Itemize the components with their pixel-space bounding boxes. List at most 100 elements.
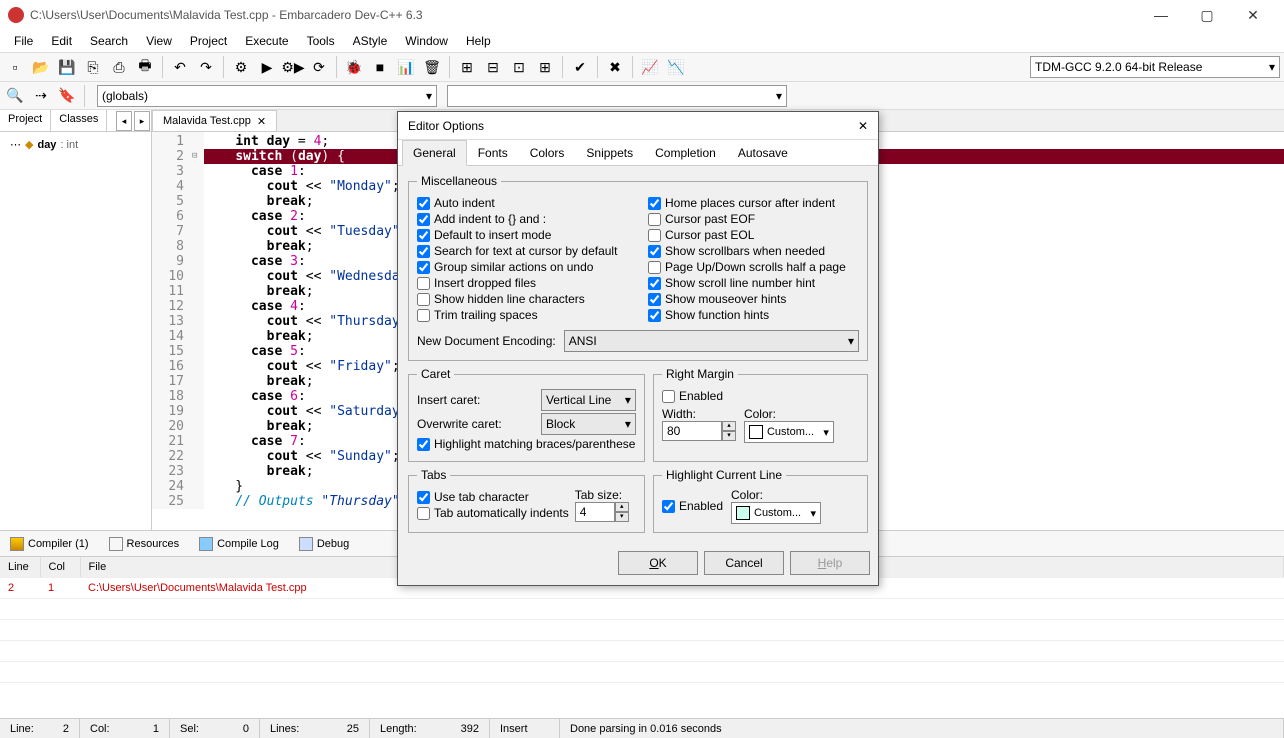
btab-resources[interactable]: Resources xyxy=(103,534,186,554)
rmargin-enabled-check[interactable]: Enabled xyxy=(662,389,859,403)
profile-icon[interactable]: 📊 xyxy=(395,56,417,78)
rmargin-width-input[interactable]: 80 xyxy=(662,421,722,441)
grid2-icon[interactable]: ⊟ xyxy=(482,56,504,78)
grid1-icon[interactable]: ⊞ xyxy=(456,56,478,78)
cancel-button[interactable]: Cancel xyxy=(704,551,784,575)
hlline-color-select[interactable]: Custom...▾ xyxy=(731,502,821,524)
save-icon[interactable]: 💾 xyxy=(56,56,78,78)
misc-right-check-7[interactable]: Show function hints xyxy=(648,308,859,322)
check-icon[interactable]: ✔ xyxy=(569,56,591,78)
compiler-select[interactable]: TDM-GCC 9.2.0 64-bit Release▾ xyxy=(1030,56,1280,78)
ok-button[interactable]: OK xyxy=(618,551,698,575)
btab-compilelog[interactable]: Compile Log xyxy=(193,534,285,554)
globals-select[interactable]: (globals)▾ xyxy=(97,85,437,107)
menu-project[interactable]: Project xyxy=(182,32,235,50)
btab-debug[interactable]: Debug xyxy=(293,534,355,554)
misc-right-check-4[interactable]: Page Up/Down scrolls half a page xyxy=(648,260,859,274)
run-icon[interactable]: ▶ xyxy=(256,56,278,78)
menu-edit[interactable]: Edit xyxy=(43,32,80,50)
chart1-icon[interactable]: 📈 xyxy=(639,56,661,78)
open-icon[interactable]: 📂 xyxy=(30,56,52,78)
trash-icon[interactable]: 🗑 xyxy=(421,56,443,78)
misc-left-check-0[interactable]: Auto indent xyxy=(417,196,628,210)
compile-icon[interactable]: ⚙ xyxy=(230,56,252,78)
print-icon[interactable]: 🖶 xyxy=(134,56,156,78)
minimize-button[interactable]: — xyxy=(1138,0,1184,30)
bookmark-icon[interactable]: 🔖 xyxy=(56,85,78,107)
stop-icon[interactable]: ■ xyxy=(369,56,391,78)
misc-right-check-5[interactable]: Show scroll line number hint xyxy=(648,276,859,290)
saveall-icon[interactable]: ⎘ xyxy=(82,56,104,78)
misc-left-check-2[interactable]: Default to insert mode xyxy=(417,228,628,242)
help-button[interactable]: Help xyxy=(790,551,870,575)
rmargin-color-select[interactable]: Custom...▾ xyxy=(744,421,834,443)
menu-tools[interactable]: Tools xyxy=(299,32,343,50)
tree-item[interactable]: ⋯ ◆ day : int xyxy=(10,138,141,151)
tab-close-icon[interactable]: ✕ xyxy=(257,115,266,128)
maximize-button[interactable]: ▢ xyxy=(1184,0,1230,30)
menu-execute[interactable]: Execute xyxy=(237,32,296,50)
menu-search[interactable]: Search xyxy=(82,32,136,50)
dlgtab-colors[interactable]: Colors xyxy=(519,140,576,165)
misc-right-check-1[interactable]: Cursor past EOF xyxy=(648,212,859,226)
titlebar: C:\Users\User\Documents\Malavida Test.cp… xyxy=(0,0,1284,30)
highlight-braces-check[interactable]: Highlight matching braces/parenthese xyxy=(417,437,636,451)
cancel-icon[interactable]: ✖ xyxy=(604,56,626,78)
menu-help[interactable]: Help xyxy=(458,32,499,50)
grid3-icon[interactable]: ⊡ xyxy=(508,56,530,78)
menubar: File Edit Search View Project Execute To… xyxy=(0,30,1284,52)
tab-auto-check[interactable]: Tab automatically indents xyxy=(417,506,569,520)
sidetab-classes[interactable]: Classes xyxy=(51,110,107,131)
rebuild-icon[interactable]: ⟳ xyxy=(308,56,330,78)
saveas-icon[interactable]: ⎙ xyxy=(108,56,130,78)
dlgtab-fonts[interactable]: Fonts xyxy=(467,140,519,165)
col-col[interactable]: Col xyxy=(40,557,80,578)
col-line[interactable]: Line xyxy=(0,557,40,578)
grid4-icon[interactable]: ⊞ xyxy=(534,56,556,78)
hlline-enabled-check[interactable]: Enabled xyxy=(662,490,723,522)
menu-view[interactable]: View xyxy=(138,32,180,50)
misc-left-check-1[interactable]: Add indent to {} and : xyxy=(417,212,628,226)
members-select[interactable]: ▾ xyxy=(447,85,787,107)
redo-icon[interactable]: ↷ xyxy=(195,56,217,78)
debug-icon[interactable]: 🐞 xyxy=(343,56,365,78)
menu-window[interactable]: Window xyxy=(397,32,456,50)
dialog-close-icon[interactable]: ✕ xyxy=(858,119,868,133)
tab-size-input[interactable]: 4 xyxy=(575,502,615,522)
tabsize-spinner[interactable]: ▴▾ xyxy=(615,502,629,522)
nav-left-icon[interactable]: ◂ xyxy=(116,111,132,131)
width-spinner[interactable]: ▴▾ xyxy=(722,421,736,441)
insert-caret-select[interactable]: Vertical Line▾ xyxy=(541,389,636,411)
misc-right-check-0[interactable]: Home places cursor after indent xyxy=(648,196,859,210)
fold-icon[interactable]: ⊟ xyxy=(192,149,204,164)
new-icon[interactable]: ▫ xyxy=(4,56,26,78)
misc-left-check-3[interactable]: Search for text at cursor by default xyxy=(417,244,628,258)
dlgtab-completion[interactable]: Completion xyxy=(644,140,727,165)
btab-compiler[interactable]: Compiler (1) xyxy=(4,534,95,554)
misc-right-check-3[interactable]: Show scrollbars when needed xyxy=(648,244,859,258)
sidetab-project[interactable]: Project xyxy=(0,110,51,131)
dlgtab-autosave[interactable]: Autosave xyxy=(727,140,799,165)
close-button[interactable]: ✕ xyxy=(1230,0,1276,30)
undo-icon[interactable]: ↶ xyxy=(169,56,191,78)
menu-astyle[interactable]: AStyle xyxy=(345,32,396,50)
statusbar: Line: 2 Col: 1 Sel: 0 Lines: 25 Length: … xyxy=(0,718,1284,738)
editor-tab[interactable]: Malavida Test.cpp ✕ xyxy=(152,110,277,131)
compilerun-icon[interactable]: ⚙▶ xyxy=(282,56,304,78)
encoding-select[interactable]: ANSI▾ xyxy=(564,330,859,352)
chart2-icon[interactable]: 📉 xyxy=(665,56,687,78)
find-icon[interactable]: 🔍 xyxy=(4,85,26,107)
misc-left-check-7[interactable]: Trim trailing spaces xyxy=(417,308,628,322)
misc-left-check-5[interactable]: Insert dropped files xyxy=(417,276,628,290)
menu-file[interactable]: File xyxy=(6,32,41,50)
misc-right-check-2[interactable]: Cursor past EOL xyxy=(648,228,859,242)
use-tab-check[interactable]: Use tab character xyxy=(417,490,569,504)
overwrite-caret-select[interactable]: Block▾ xyxy=(541,413,636,435)
dlgtab-snippets[interactable]: Snippets xyxy=(575,140,644,165)
dlgtab-general[interactable]: General xyxy=(402,140,467,166)
goto-icon[interactable]: ⇢ xyxy=(30,85,52,107)
misc-left-check-4[interactable]: Group similar actions on undo xyxy=(417,260,628,274)
nav-right-icon[interactable]: ▸ xyxy=(134,111,150,131)
misc-left-check-6[interactable]: Show hidden line characters xyxy=(417,292,628,306)
misc-right-check-6[interactable]: Show mouseover hints xyxy=(648,292,859,306)
